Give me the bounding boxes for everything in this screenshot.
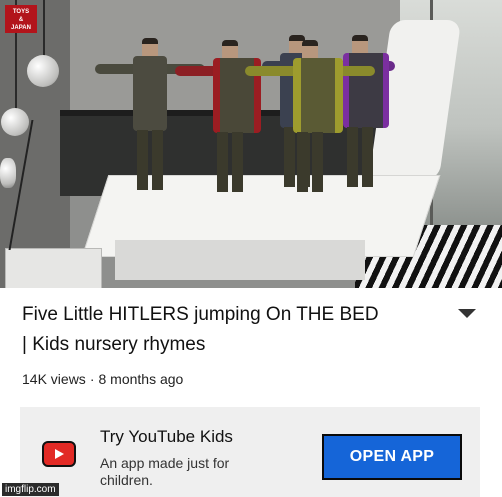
youtube-kids-icon [42,441,76,467]
video-title-line: Five Little HITLERS jumping On THE BED [22,304,379,325]
bed-side [115,240,365,280]
watermark: imgflip.com [2,483,59,496]
video-title-line: | Kids nursery rhymes [22,334,206,355]
character-figure [245,40,375,225]
youtube-kids-promo: Try YouTube Kids An app made just for ch… [20,407,480,497]
vase [0,158,16,188]
channel-logo: TOYS & JAPAN [5,5,37,33]
meta-separator: · [89,371,95,387]
channel-logo-text: & [18,17,24,23]
view-count: 14K views [22,371,86,387]
nightstand [5,248,102,288]
promo-subtitle-line: children. [100,472,153,488]
upload-age: 8 months ago [98,371,184,387]
promo-title: Try YouTube Kids [100,427,233,446]
promo-subtitle-line: An app made just for [100,455,230,471]
pendant-lamp [27,55,59,87]
lamp-wire [43,0,45,60]
pendant-lamp [1,108,29,136]
video-title[interactable]: Five Little HITLERS jumping On THE BED |… [22,300,432,360]
video-meta: 14K views · 8 months ago [22,371,183,387]
open-app-button[interactable]: OPEN APP [322,434,462,480]
chevron-down-icon[interactable] [458,309,476,318]
video-thumbnail[interactable]: TOYS & JAPAN [0,0,502,288]
channel-logo-text: TOYS [12,9,30,15]
promo-subtitle: An app made just for children. [100,455,300,489]
channel-logo-text: JAPAN [11,25,31,31]
